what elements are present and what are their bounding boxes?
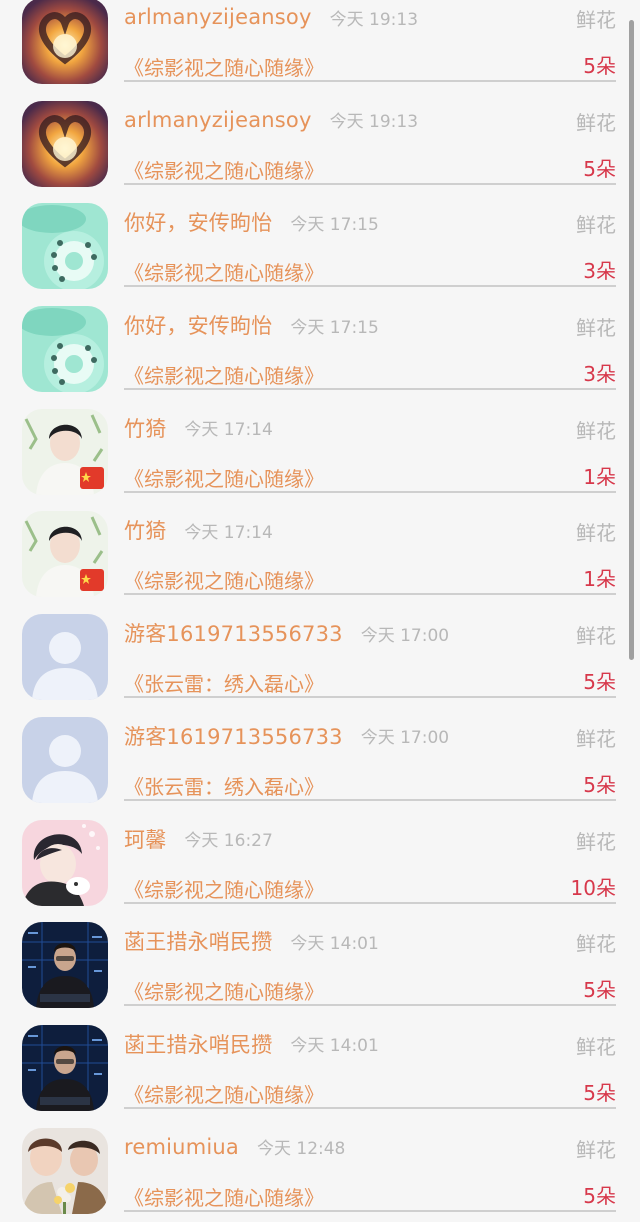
- list-item[interactable]: remiumiua 今天 12:48 鲜花 《综影视之随心随缘》 5朵: [0, 1120, 640, 1222]
- timestamp: 今天 14:01: [290, 1036, 379, 1057]
- couple-flowers-avatar[interactable]: [22, 1127, 108, 1214]
- gift-type: 鲜花: [576, 932, 616, 957]
- divider: [124, 80, 616, 82]
- timestamp: 今天 19:13: [329, 9, 419, 30]
- user-name[interactable]: 你好，安传昫怡: [124, 310, 272, 340]
- man-portrait-flag-avatar[interactable]: [22, 408, 108, 495]
- list-item[interactable]: 珂馨 今天 16:27 鲜花 《综影视之随心随缘》 10朵: [0, 812, 640, 915]
- list-item[interactable]: arlmanyzijeansoy 今天 19:13 鲜花 《综影视之随心随缘》 5…: [0, 0, 640, 93]
- divider: [124, 285, 616, 288]
- gift-amount: 5朵: [583, 156, 616, 181]
- gift-amount: 5朵: [583, 978, 616, 1003]
- gift-amount: 5朵: [583, 1080, 616, 1105]
- gift-amount: 10朵: [570, 875, 616, 900]
- list-item[interactable]: arlmanyzijeansoy 今天 19:13 鲜花 《综影视之随心随缘》 5…: [0, 93, 640, 196]
- user-name[interactable]: 游客1619713556733: [124, 721, 343, 751]
- timestamp: 今天 17:00: [360, 625, 450, 646]
- gift-amount: 5朵: [583, 772, 616, 797]
- user-name[interactable]: 竹猗: [124, 515, 166, 545]
- list-item[interactable]: 游客1619713556733 今天 17:00 鲜花 《张云雷：绣入磊心》 5朵: [0, 709, 640, 812]
- heart-hands-avatar[interactable]: [22, 100, 108, 187]
- book-title-link[interactable]: 《综影视之随心随缘》: [124, 52, 324, 81]
- user-name[interactable]: arlmanyzijeansoy: [124, 5, 312, 29]
- timestamp: 今天 14:01: [290, 933, 379, 954]
- user-name[interactable]: arlmanyzijeansoy: [124, 108, 312, 132]
- gift-amount: 5朵: [583, 670, 616, 695]
- list-item[interactable]: 你好，安传昫怡 今天 17:15 鲜花 《综影视之随心随缘》 3朵: [0, 298, 640, 401]
- divider: [124, 1106, 616, 1109]
- book-title-link[interactable]: 《综影视之随心随缘》: [124, 874, 324, 903]
- divider: [124, 490, 616, 493]
- gift-amount: 3朵: [583, 362, 616, 387]
- gift-type: 鲜花: [576, 213, 616, 238]
- timestamp: 今天 17:00: [360, 728, 450, 749]
- book-title-link[interactable]: 《综影视之随心随缘》: [124, 257, 324, 286]
- book-title-link[interactable]: 《综影视之随心随缘》: [124, 565, 324, 594]
- book-title-link[interactable]: 《综影视之随心随缘》: [124, 360, 324, 389]
- list-item[interactable]: 菡王措永哨民攒 今天 14:01 鲜花 《综影视之随心随缘》 5朵: [0, 1017, 640, 1120]
- scrollbar[interactable]: [629, 20, 634, 660]
- divider: [124, 798, 616, 801]
- divider: [124, 593, 616, 596]
- divider: [124, 901, 616, 904]
- mint-telephone-avatar[interactable]: [22, 203, 108, 290]
- timestamp: 今天 16:27: [184, 831, 273, 851]
- divider: [124, 182, 616, 185]
- gift-amount: 1朵: [583, 464, 616, 489]
- gift-type: 鲜花: [576, 110, 616, 135]
- list-item[interactable]: 竹猗 今天 17:14 鲜花 《综影视之随心随缘》 1朵: [0, 401, 640, 504]
- gift-amount: 5朵: [583, 54, 616, 78]
- divider: [124, 1209, 616, 1212]
- gift-record-list[interactable]: arlmanyzijeansoy 今天 19:13 鲜花 《综影视之随心随缘》 5…: [0, 0, 640, 1222]
- timestamp: 今天 17:14: [184, 420, 273, 441]
- divider: [124, 388, 616, 391]
- user-name[interactable]: 竹猗: [124, 413, 166, 443]
- timestamp: 今天 17:14: [184, 522, 273, 543]
- gift-type: 鲜花: [576, 1034, 616, 1059]
- timestamp: 今天 12:48: [256, 1139, 346, 1160]
- gift-type: 鲜花: [576, 726, 616, 751]
- hacker-screen-avatar[interactable]: [22, 1024, 108, 1111]
- book-title-link[interactable]: 《张云雷：绣入磊心》: [124, 771, 324, 800]
- divider: [124, 1004, 616, 1007]
- anime-boy-avatar[interactable]: [22, 819, 108, 906]
- gift-type: 鲜花: [576, 624, 616, 649]
- list-item[interactable]: 菡王措永哨民攒 今天 14:01 鲜花 《综影视之随心随缘》 5朵: [0, 914, 640, 1017]
- hacker-screen-avatar[interactable]: [22, 922, 108, 1009]
- gift-type: 鲜花: [576, 1137, 616, 1162]
- list-item[interactable]: 游客1619713556733 今天 17:00 鲜花 《张云雷：绣入磊心》 5朵: [0, 606, 640, 709]
- gift-amount: 1朵: [583, 567, 616, 592]
- man-portrait-flag-avatar[interactable]: [22, 511, 108, 598]
- list-item[interactable]: 你好，安传昫怡 今天 17:15 鲜花 《综影视之随心随缘》 3朵: [0, 195, 640, 298]
- gift-amount: 3朵: [583, 259, 616, 284]
- default-user-avatar[interactable]: [22, 716, 108, 803]
- book-title-link[interactable]: 《综影视之随心随缘》: [124, 1182, 324, 1211]
- gift-type: 鲜花: [576, 8, 616, 32]
- user-name[interactable]: 游客1619713556733: [124, 618, 343, 648]
- gift-type: 鲜花: [576, 316, 616, 341]
- timestamp: 今天 19:13: [329, 112, 419, 133]
- default-user-avatar[interactable]: [22, 614, 108, 701]
- user-name[interactable]: 菡王措永哨民攒: [124, 926, 272, 956]
- timestamp: 今天 17:15: [290, 317, 379, 338]
- book-title-link[interactable]: 《综影视之随心随缘》: [124, 976, 324, 1005]
- gift-type: 鲜花: [576, 521, 616, 546]
- user-name[interactable]: 你好，安传昫怡: [124, 207, 272, 237]
- user-name[interactable]: 菡王措永哨民攒: [124, 1029, 272, 1059]
- book-title-link[interactable]: 《综影视之随心随缘》: [124, 155, 324, 184]
- book-title-link[interactable]: 《综影视之随心随缘》: [124, 1079, 324, 1108]
- timestamp: 今天 17:15: [290, 214, 379, 235]
- user-name[interactable]: 珂馨: [124, 824, 166, 854]
- gift-type: 鲜花: [576, 829, 616, 854]
- divider: [124, 696, 616, 699]
- user-name[interactable]: remiumiua: [124, 1135, 239, 1159]
- book-title-link[interactable]: 《张云雷：绣入磊心》: [124, 668, 324, 697]
- gift-type: 鲜花: [576, 418, 616, 443]
- gift-amount: 5朵: [583, 1183, 616, 1208]
- mint-telephone-avatar[interactable]: [22, 306, 108, 393]
- book-title-link[interactable]: 《综影视之随心随缘》: [124, 463, 324, 492]
- list-item[interactable]: 竹猗 今天 17:14 鲜花 《综影视之随心随缘》 1朵: [0, 503, 640, 606]
- heart-hands-avatar[interactable]: [22, 0, 108, 84]
